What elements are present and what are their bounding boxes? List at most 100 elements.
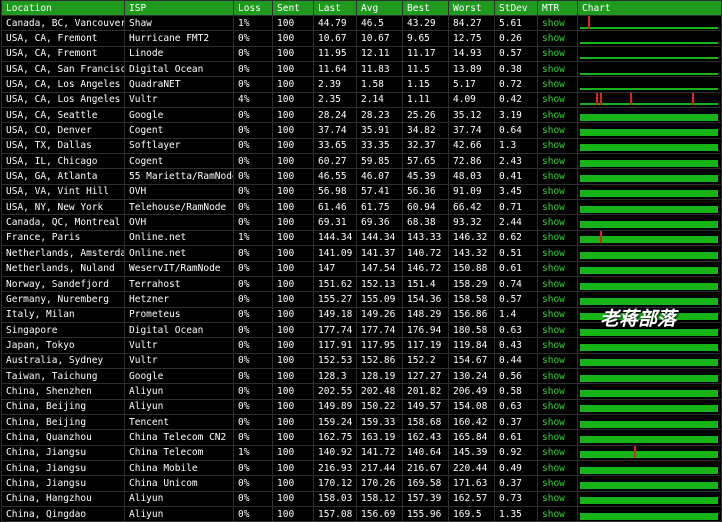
last-cell: 44.79 xyxy=(313,14,357,32)
isp-cell: OVH xyxy=(124,183,234,201)
best-cell: 56.36 xyxy=(402,183,449,201)
last-cell: 141.09 xyxy=(313,245,357,262)
sent-cell: 100 xyxy=(272,260,314,277)
mtr-show-link[interactable]: show xyxy=(537,398,578,415)
mtr-show-link[interactable]: show xyxy=(537,429,578,446)
column-header-avg[interactable]: Avg xyxy=(356,0,403,16)
column-header-best[interactable]: Best xyxy=(402,0,449,16)
mtr-show-link[interactable]: show xyxy=(537,91,578,109)
loss-cell: 0% xyxy=(233,475,273,492)
stdev-cell: 0.64 xyxy=(494,122,538,139)
latency-bar xyxy=(580,113,718,121)
mtr-show-link[interactable]: show xyxy=(537,260,578,277)
column-header-location[interactable]: Location xyxy=(1,0,125,16)
best-cell: 9.65 xyxy=(402,30,449,47)
worst-cell: 220.44 xyxy=(448,459,495,477)
loss-cell: 1% xyxy=(233,444,273,461)
mtr-show-link[interactable]: show xyxy=(537,306,578,323)
latency-sparkline xyxy=(580,170,718,183)
best-cell: 127.27 xyxy=(402,367,449,385)
avg-cell: 46.07 xyxy=(356,168,403,185)
isp-cell: Aliyun xyxy=(124,490,234,508)
loss-cell: 0% xyxy=(233,429,273,446)
mtr-show-link[interactable]: show xyxy=(537,153,578,170)
column-header-isp[interactable]: ISP xyxy=(124,0,234,16)
latency-chart-cell xyxy=(577,199,722,216)
avg-cell: 1.58 xyxy=(356,76,403,93)
mtr-show-link[interactable]: show xyxy=(537,168,578,185)
column-header-worst[interactable]: Worst xyxy=(448,0,495,16)
mtr-show-link[interactable]: show xyxy=(537,444,578,461)
avg-cell: 159.33 xyxy=(356,413,403,431)
latency-sparkline xyxy=(580,47,718,60)
mtr-show-link[interactable]: show xyxy=(537,122,578,139)
mtr-show-link[interactable]: show xyxy=(537,245,578,262)
location-cell: China, Jiangsu xyxy=(1,475,125,492)
location-cell: France, Paris xyxy=(1,229,125,247)
last-cell: 144.34 xyxy=(313,229,357,247)
worst-cell: 93.32 xyxy=(448,214,495,231)
avg-cell: 141.37 xyxy=(356,245,403,262)
mtr-show-link[interactable]: show xyxy=(537,459,578,477)
sent-cell: 100 xyxy=(272,291,314,308)
sent-cell: 100 xyxy=(272,321,314,339)
location-cell: China, Beijing xyxy=(1,398,125,415)
sent-cell: 100 xyxy=(272,306,314,323)
mtr-show-link[interactable]: show xyxy=(537,107,578,124)
mtr-show-link[interactable]: show xyxy=(537,275,578,293)
avg-cell: 152.13 xyxy=(356,275,403,293)
mtr-show-link[interactable]: show xyxy=(537,199,578,216)
mtr-show-link[interactable]: show xyxy=(537,490,578,508)
worst-cell: 5.17 xyxy=(448,76,495,93)
column-header-sent[interactable]: Sent xyxy=(272,0,314,16)
mtr-show-link[interactable]: show xyxy=(537,183,578,201)
latency-chart-cell xyxy=(577,76,722,93)
mtr-show-link[interactable]: show xyxy=(537,291,578,308)
isp-cell: Tencent xyxy=(124,413,234,431)
best-cell: 140.72 xyxy=(402,245,449,262)
mtr-show-link[interactable]: show xyxy=(537,383,578,400)
mtr-show-link[interactable]: show xyxy=(537,505,578,522)
latency-sparkline xyxy=(580,416,718,429)
worst-cell: 145.39 xyxy=(448,444,495,461)
isp-cell: Online.net xyxy=(124,229,234,247)
sent-cell: 100 xyxy=(272,475,314,492)
mtr-show-link[interactable]: show xyxy=(537,367,578,385)
latency-sparkline xyxy=(580,446,718,459)
mtr-show-link[interactable]: show xyxy=(537,30,578,47)
column-header-last[interactable]: Last xyxy=(313,0,357,16)
best-cell: 157.39 xyxy=(402,490,449,508)
table-row: Japan, Tokyo Vultr 0% 100 117.91 117.95 117.19… xyxy=(1,337,722,354)
mtr-show-link[interactable]: show xyxy=(537,214,578,231)
mtr-show-link[interactable]: show xyxy=(537,61,578,78)
sent-cell: 100 xyxy=(272,45,314,63)
mtr-show-link[interactable]: show xyxy=(537,14,578,32)
loss-cell: 0% xyxy=(233,168,273,185)
isp-cell: Digital Ocean xyxy=(124,321,234,339)
latency-sparkline xyxy=(580,370,718,383)
best-cell: 152.2 xyxy=(402,352,449,369)
column-header-loss[interactable]: Loss xyxy=(233,0,273,16)
mtr-show-link[interactable]: show xyxy=(537,45,578,63)
latency-chart-cell xyxy=(577,475,722,492)
mtr-show-link[interactable]: show xyxy=(537,229,578,247)
latency-chart-cell xyxy=(577,122,722,139)
mtr-show-link[interactable]: show xyxy=(537,413,578,431)
column-header-stdev[interactable]: StDev xyxy=(494,0,538,16)
mtr-show-link[interactable]: show xyxy=(537,337,578,354)
avg-cell: 11.83 xyxy=(356,61,403,78)
mtr-show-link[interactable]: show xyxy=(537,321,578,339)
location-cell: USA, GA, Atlanta xyxy=(1,168,125,185)
loss-cell: 0% xyxy=(233,459,273,477)
table-row: USA, NY, New York Telehouse/RamNode 0% 100 6… xyxy=(1,199,722,216)
mtr-show-link[interactable]: show xyxy=(537,352,578,369)
mtr-show-link[interactable]: show xyxy=(537,475,578,492)
mtr-show-link[interactable]: show xyxy=(537,76,578,93)
sent-cell: 100 xyxy=(272,107,314,124)
ping-results-panel: Location ISP Loss Sent Last Avg Best Wor… xyxy=(0,0,722,522)
stdev-cell: 0.62 xyxy=(494,229,538,247)
table-row: USA, CA, Fremont Hurricane FMT2 0% 100 10.67… xyxy=(1,30,722,47)
mtr-show-link[interactable]: show xyxy=(537,137,578,155)
table-row: Canada, BC, Vancouver Shaw 1% 100 44.79 46.5 4… xyxy=(1,14,722,32)
sent-cell: 100 xyxy=(272,76,314,93)
